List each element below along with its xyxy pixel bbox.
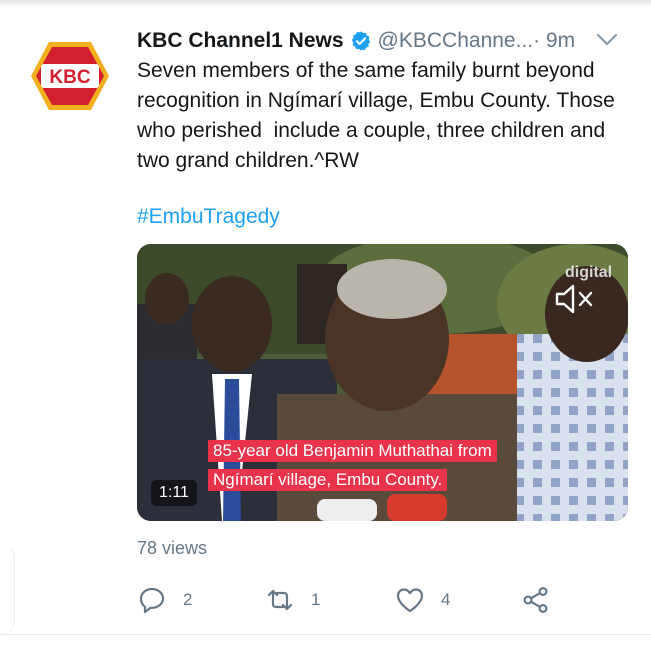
kbc-logo: KBC <box>31 42 109 110</box>
adjacent-card-edge <box>0 545 15 635</box>
tweet-text: Seven members of the same family burnt b… <box>137 59 621 172</box>
reply-count: 2 <box>183 590 193 609</box>
channel-watermark: digital <box>565 264 613 281</box>
divider <box>0 634 651 635</box>
hashtag-link[interactable]: #EmbuTragedy <box>137 205 280 229</box>
like-icon <box>396 588 424 613</box>
retweet-icon <box>267 589 293 611</box>
account-handle[interactable]: @KBCChanne... <box>378 29 534 53</box>
chevron-down-icon[interactable] <box>594 30 620 50</box>
retweet-button[interactable]: 1 <box>265 583 320 617</box>
video-caption-line-1: 85-year old Benjamin Muthathai from <box>208 440 497 462</box>
account-name[interactable]: KBC Channel1 News <box>137 29 344 53</box>
like-count: 4 <box>441 590 451 609</box>
retweet-count: 1 <box>311 590 321 609</box>
share-icon <box>523 586 548 614</box>
view-count: 78 views <box>137 538 208 558</box>
top-shadow <box>0 0 651 8</box>
tweet-time[interactable]: · 9m <box>533 29 575 53</box>
verified-badge-icon <box>351 31 370 51</box>
avatar[interactable]: KBC <box>29 40 111 112</box>
mute-icon[interactable] <box>553 282 597 316</box>
like-button[interactable]: 4 <box>395 583 450 617</box>
video-player[interactable]: digital 85-year old Benjamin Muthathai f… <box>137 244 628 521</box>
kbc-logo-text: KBC <box>49 67 90 88</box>
video-caption-line-2: Ngímarí village, Embu County. <box>208 469 448 491</box>
reply-icon <box>139 587 165 614</box>
reply-button[interactable]: 2 <box>137 583 192 617</box>
tweet-actions: 2 1 4 <box>137 583 617 617</box>
share-button[interactable] <box>521 583 567 617</box>
tweet-header: KBC Channel1 News @KBCChanne... · 9m <box>137 26 637 56</box>
video-duration: 1:11 <box>151 480 197 506</box>
